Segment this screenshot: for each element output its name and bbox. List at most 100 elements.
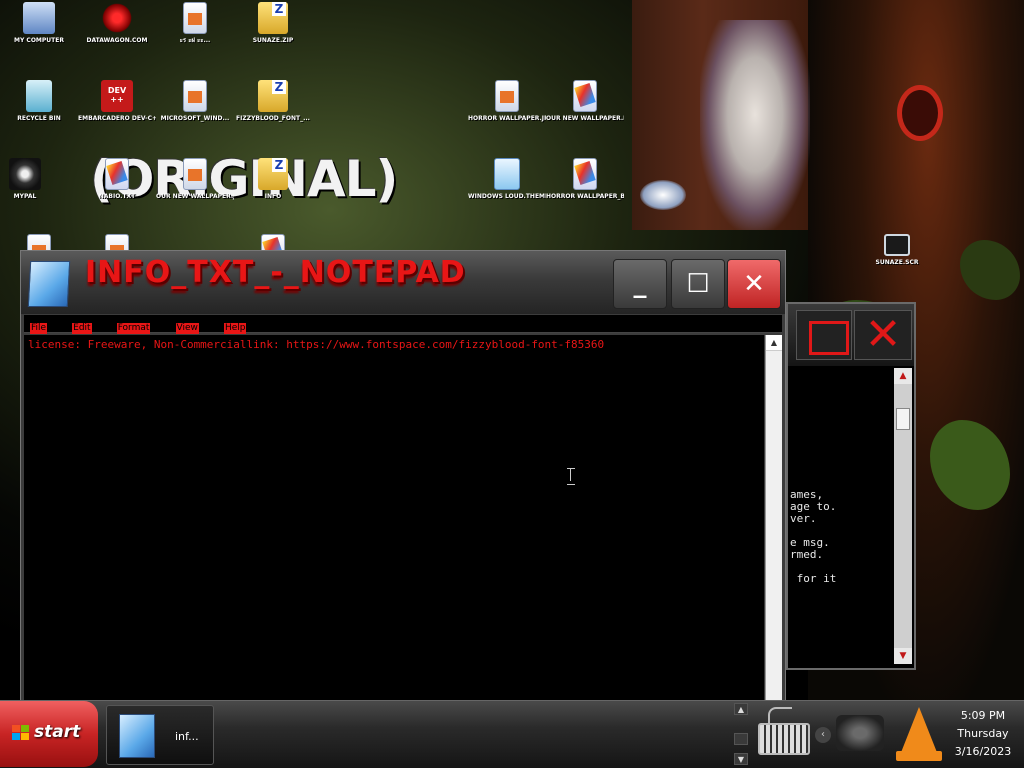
maximize-icon: ☐: [686, 269, 710, 299]
desktop-icon-label: RECYCLE BIN: [17, 115, 61, 122]
system-clock[interactable]: 5:09 PM Thursday 3/16/2023: [948, 707, 1018, 761]
close-button[interactable]: ✕: [727, 259, 781, 309]
windows-logo-icon: [12, 725, 30, 741]
desktop-icon-windows-loud-themepack[interactable]: WINDOWS LOUD.THEMEPACK: [468, 158, 546, 201]
devcpp-icon: [101, 80, 133, 112]
image-file-icon: [573, 158, 597, 190]
desktop-icon-label: HORROR WALLPAPER.JPG: [468, 115, 546, 122]
desktop-icon-label: DATAWAGON.COM: [86, 37, 148, 44]
clock-date: 3/16/2023: [954, 745, 1012, 758]
chevron-left-icon[interactable]: ‹: [815, 727, 831, 743]
editor-content[interactable]: license: Freeware, Non-Commerciallink: h…: [28, 338, 604, 351]
scroll-up-icon[interactable]: ▲: [766, 335, 782, 351]
desktop-icon-our-new-wallpaper-jpg[interactable]: OUR NEW WALLPAPER.JPG: [156, 158, 234, 201]
file-icon: [105, 158, 129, 190]
file-icon: [183, 158, 207, 190]
desktop-icon-nabio[interactable]: NABIO.TXT: [78, 158, 156, 201]
desktop-icon-sunaze-scr[interactable]: SUNAZE.SCR: [858, 234, 936, 267]
minimize-icon: _: [633, 269, 647, 299]
image-file-icon: [573, 80, 597, 112]
desktop-icon-recycle-bin[interactable]: RECYCLE BIN: [0, 80, 78, 123]
keyboard-cable: [768, 707, 792, 723]
desktop-icon-sunaze-zip[interactable]: SUNAZE.ZIP: [234, 2, 312, 45]
scroll-up-icon[interactable]: ▲: [894, 368, 912, 384]
scroll-down-icon[interactable]: ▼: [734, 753, 748, 765]
maximize-button[interactable]: ☐: [671, 259, 725, 309]
network-icon[interactable]: [836, 715, 884, 751]
file-icon: [183, 2, 207, 34]
zip-icon: [258, 2, 288, 34]
scroll-thumb[interactable]: [896, 408, 910, 430]
desktop-icon-horror-wallpaper-jpg[interactable]: HORROR WALLPAPER.JPG: [468, 80, 546, 123]
menu-format[interactable]: Format: [116, 323, 151, 334]
desktop-icon-label: MICROSOFT_WIND...: [160, 115, 230, 122]
scroll-up-icon[interactable]: ▲: [734, 703, 748, 715]
folder-icon: [258, 158, 288, 190]
clock-time: 5:09 PM: [960, 709, 1006, 722]
start-label: start: [34, 722, 81, 742]
keyboard-icon[interactable]: [758, 723, 810, 755]
desktop-icon-label: SUNAZE.SCR: [875, 259, 919, 266]
desktop-icon-fizzyblood-font[interactable]: FIZZYBLOOD_FONT_...: [234, 80, 312, 123]
menu-file[interactable]: File: [30, 323, 48, 334]
desktop-icon-label: WINDOWS LOUD.THEMEPACK: [468, 193, 546, 200]
minimize-button[interactable]: _: [613, 259, 667, 309]
web-shortcut-icon: [101, 2, 133, 34]
zip-icon: [258, 80, 288, 112]
desktop-icon-label: EMBARCADERO DEV-C++: [78, 115, 156, 122]
console-line: for it: [790, 572, 837, 585]
background-window-content: ames, age to. ver. e msg. rmed. for it: [788, 368, 894, 668]
scroll-down-icon[interactable]: ▼: [894, 648, 912, 664]
image-file-icon: [495, 80, 519, 112]
notepad-titlebar[interactable]: INFO_TXT_-_NOTEPAD _ ☐ ✕: [21, 251, 785, 314]
file-icon: [183, 80, 207, 112]
wallpaper-red-ring: [897, 85, 943, 141]
desktop-icon-new-wallpaper-bmp[interactable]: OUR NEW WALLPAPER.BMP: [546, 80, 624, 123]
computer-icon: [23, 2, 55, 34]
vertical-scrollbar[interactable]: ▲: [765, 335, 782, 701]
notepad-app-icon: [27, 261, 71, 307]
desktop-icon-label: MYPAL: [13, 193, 37, 200]
desktop-icon-label: FIZZYBLOOD_FONT_...: [236, 115, 310, 122]
menu-view[interactable]: View: [175, 323, 199, 334]
monitor-icon: [884, 234, 910, 256]
desktop-icon-label: INFO: [264, 193, 282, 200]
desktop-icon-label: OUR NEW WALLPAPER.BMP: [546, 115, 624, 122]
ibeam-cursor-icon: [567, 467, 575, 485]
close-icon: ✕: [743, 269, 765, 299]
desktop-icon-label: NABIO.TXT: [98, 193, 136, 200]
console-line: rmed.: [790, 548, 824, 561]
menu-bar: File Edit Format View Help: [24, 315, 782, 334]
recycle-bin-icon: [26, 80, 52, 112]
desktop-icon-info-folder[interactable]: INFO: [234, 158, 312, 201]
background-window-titlebar[interactable]: ✕: [788, 304, 914, 366]
desktop-icon-mypal[interactable]: MYPAL: [0, 158, 64, 201]
desktop-icon-devcpp[interactable]: EMBARCADERO DEV-C++: [78, 80, 156, 123]
menu-edit[interactable]: Edit: [72, 323, 92, 334]
desktop-icon-datawagon[interactable]: DATAWAGON.COM: [78, 2, 156, 45]
raccoon-icon: [9, 158, 41, 190]
text-editor[interactable]: license: Freeware, Non-Commerciallink: h…: [24, 335, 764, 701]
start-button[interactable]: start: [0, 701, 98, 767]
taskbar-scroller[interactable]: ▲ ▼: [733, 701, 749, 767]
menu-help[interactable]: Help: [223, 323, 247, 334]
maximize-button[interactable]: [796, 310, 852, 360]
wallpaper-lamp: [640, 180, 686, 210]
scroll-middle[interactable]: [734, 733, 748, 745]
desktop-icon-label: HORROR WALLPAPER_B...: [546, 193, 624, 200]
desktop-icon-my-computer[interactable]: MY COMPUTER: [0, 2, 78, 45]
vertical-scrollbar[interactable]: ▲ ▼: [894, 368, 912, 664]
taskbar-item-notepad[interactable]: inf...: [106, 705, 214, 765]
desktop-icon-file[interactable]: ะร ะฝ ะะ...: [156, 2, 234, 45]
taskbar: start inf... ▲ ▼ ‹ 5:09 PM Thursday 3/16…: [0, 700, 1024, 768]
theme-icon: [494, 158, 520, 190]
close-button[interactable]: ✕: [854, 310, 912, 360]
desktop-icon-horror-wallpaper-b[interactable]: HORROR WALLPAPER_B...: [546, 158, 624, 201]
notepad-app-icon: [119, 714, 155, 758]
notepad-window[interactable]: INFO_TXT_-_NOTEPAD _ ☐ ✕ File Edit Forma…: [20, 250, 786, 702]
desktop-icon-microsoft-wind[interactable]: MICROSOFT_WIND...: [156, 80, 234, 123]
desktop-icon-label: MY COMPUTER: [14, 37, 64, 44]
vlc-icon[interactable]: [896, 707, 942, 763]
background-console-window[interactable]: ✕ ames, age to. ver. e msg. rmed. for it…: [786, 302, 916, 670]
desktop-icon-label: SUNAZE.ZIP: [252, 37, 294, 44]
